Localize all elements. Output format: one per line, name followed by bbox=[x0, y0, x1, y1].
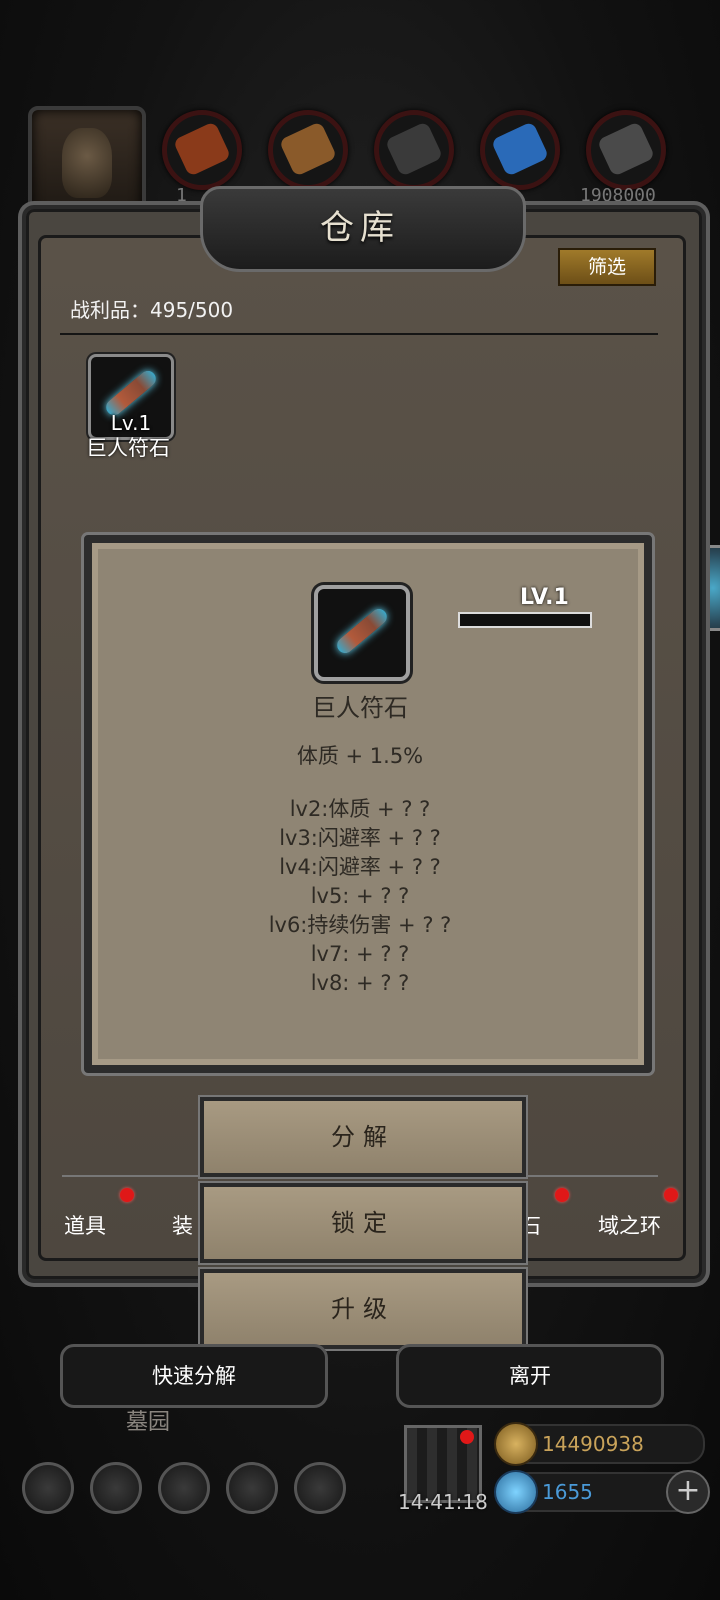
gold-display: 14490938 bbox=[494, 1422, 705, 1466]
crystal-icon bbox=[480, 110, 560, 190]
card-icon[interactable] bbox=[158, 1462, 210, 1514]
diamond-display: 1655 + bbox=[494, 1470, 710, 1514]
tab-equip[interactable]: 装 bbox=[172, 1210, 193, 1240]
panel-title: 仓库 bbox=[320, 208, 400, 248]
gold-value: 14490938 bbox=[542, 1432, 644, 1456]
level-effect: lv8: + ? ? bbox=[310, 971, 410, 995]
filter-button[interactable]: 筛选 bbox=[558, 248, 656, 286]
level-effect: lv5: + ? ? bbox=[310, 884, 410, 908]
detail-stat: 体质 + 1.5% bbox=[296, 744, 424, 768]
coin-icon bbox=[494, 1422, 538, 1466]
divider bbox=[60, 333, 658, 335]
notification-dot bbox=[120, 1188, 134, 1202]
add-diamonds-button[interactable]: + bbox=[666, 1470, 710, 1514]
decompose-button[interactable]: 分解 bbox=[200, 1097, 526, 1177]
leave-button[interactable]: 离开 bbox=[396, 1344, 664, 1408]
slot-item-name: 巨人符石 bbox=[86, 436, 170, 460]
tab-items[interactable]: 道具 bbox=[64, 1210, 106, 1240]
diamond-value: 1655 bbox=[542, 1480, 593, 1504]
detail-item-name: 巨人符石 bbox=[312, 694, 408, 722]
level-effect: lv3:闪避率 + ? ? bbox=[279, 826, 441, 850]
notification-dot bbox=[555, 1188, 569, 1202]
star-icon[interactable] bbox=[90, 1462, 142, 1514]
level-effect: lv4:闪避率 + ? ? bbox=[279, 855, 441, 879]
level-effects-list: lv2:体质 + ? ? lv3:闪避率 + ? ? lv4:闪避率 + ? ?… bbox=[0, 795, 720, 998]
detail-level: LV.1 bbox=[520, 585, 569, 610]
loot-count: 战利品：495/500 bbox=[70, 298, 234, 322]
tab-domain-ring[interactable]: 域之环 bbox=[598, 1210, 661, 1240]
quick-decompose-button[interactable]: 快速分解 bbox=[60, 1344, 328, 1408]
level-effect: lv6:持续伤害 + ? ? bbox=[268, 913, 452, 937]
stone-icon bbox=[586, 110, 666, 190]
location-label: 墓园 bbox=[126, 1410, 171, 1435]
upgrade-button[interactable]: 升级 bbox=[200, 1269, 526, 1349]
iron-icon bbox=[374, 110, 454, 190]
mail-icon[interactable] bbox=[226, 1462, 278, 1514]
inventory-slot[interactable]: Lv.1 bbox=[88, 354, 174, 440]
ore-icon bbox=[162, 110, 242, 190]
timer: 14:41:18 bbox=[398, 1490, 488, 1514]
level-effect: lv2:体质 + ? ? bbox=[289, 797, 431, 821]
settings-icon[interactable] bbox=[22, 1462, 74, 1514]
rune-icon bbox=[333, 605, 391, 657]
wood-icon bbox=[268, 110, 348, 190]
detail-item-icon bbox=[314, 585, 410, 681]
notification-dot bbox=[664, 1188, 678, 1202]
diamond-icon bbox=[494, 1470, 538, 1514]
exp-bar bbox=[458, 612, 592, 628]
achievement-icon[interactable] bbox=[294, 1462, 346, 1514]
level-effect: lv7: + ? ? bbox=[310, 942, 410, 966]
notification-dot bbox=[460, 1430, 474, 1444]
lock-button[interactable]: 锁定 bbox=[200, 1183, 526, 1263]
